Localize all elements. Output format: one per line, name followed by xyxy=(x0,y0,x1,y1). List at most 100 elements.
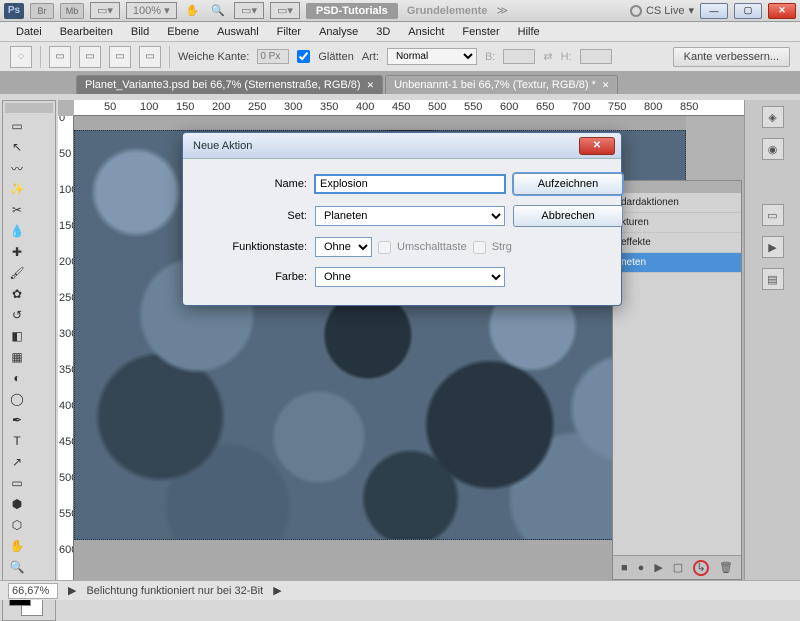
viewmode-selector[interactable]: ▭▾ xyxy=(234,2,264,19)
new-action-icon[interactable]: ↳ xyxy=(693,560,709,576)
dodge-tool[interactable]: ◯ xyxy=(5,389,29,409)
stamp-tool[interactable]: ✿ xyxy=(5,284,29,304)
move-tool[interactable]: ▭ xyxy=(5,116,29,136)
workspace-grundelemente[interactable]: Grundelemente xyxy=(404,5,491,17)
antialias-label: Glätten xyxy=(318,51,353,63)
menu-datei[interactable]: Datei xyxy=(8,24,50,40)
menu-ansicht[interactable]: Ansicht xyxy=(400,24,452,40)
marquee-add-icon[interactable]: ▭ xyxy=(79,46,101,68)
eyedropper-tool[interactable]: 💧 xyxy=(5,221,29,241)
action-set-item-selected[interactable]: neten xyxy=(613,253,741,273)
record-icon[interactable]: ● xyxy=(638,562,645,574)
workspace-more-icon[interactable]: ≫ xyxy=(497,4,509,17)
path-tool[interactable]: ↗ xyxy=(5,452,29,472)
dialog-titlebar[interactable]: Neue Aktion ✕ xyxy=(183,133,621,159)
name-label: Name: xyxy=(197,178,307,190)
pen-tool[interactable]: ✒ xyxy=(5,410,29,430)
menu-ebene[interactable]: Ebene xyxy=(159,24,207,40)
eraser-tool[interactable]: ◧ xyxy=(5,326,29,346)
3d-tool[interactable]: ⬢ xyxy=(5,494,29,514)
shape-tool[interactable]: ▭ xyxy=(5,473,29,493)
minimize-button[interactable]: — xyxy=(700,3,728,19)
heal-tool[interactable]: ✚ xyxy=(5,242,29,262)
window-close-button[interactable]: ✕ xyxy=(768,3,796,19)
actions-panel-footer: ■ ● ▶ ▢ ↳ 🗑 xyxy=(613,555,741,579)
dialog-close-button[interactable]: ✕ xyxy=(579,137,615,155)
hand-icon[interactable]: ✋ xyxy=(183,4,203,17)
play-icon[interactable]: ▶ xyxy=(654,561,662,574)
menu-auswahl[interactable]: Auswahl xyxy=(209,24,267,40)
color-select[interactable]: Ohne xyxy=(315,267,505,287)
cslive-button[interactable]: CS Live ▾ xyxy=(630,4,694,17)
trash-icon[interactable]: 🗑 xyxy=(719,561,733,574)
lasso-tool[interactable]: 〰 xyxy=(5,158,29,178)
dialog-title: Neue Aktion xyxy=(189,140,579,152)
feather-input[interactable] xyxy=(257,49,289,64)
new-action-dialog: Neue Aktion ✕ Name: Aufzeichnen Set: Pla… xyxy=(182,132,622,306)
zoom-selector[interactable]: 100% ▾ xyxy=(126,2,177,19)
bridge-button[interactable]: Br xyxy=(30,3,54,19)
status-arrow-icon[interactable]: ▶ xyxy=(273,584,281,597)
function-key-label: Funktionstaste: xyxy=(197,241,307,253)
ctrl-checkbox xyxy=(473,241,486,254)
minibridge-button[interactable]: Mb xyxy=(60,3,84,19)
play-panel-icon[interactable]: ▶ xyxy=(762,236,784,258)
function-key-select[interactable]: Ohne xyxy=(315,237,372,257)
marquee-int-icon[interactable]: ▭ xyxy=(139,46,161,68)
close-tab-icon[interactable]: ✕ xyxy=(367,80,375,91)
vertical-ruler: 050100150200250300350400450500550600 xyxy=(58,116,74,580)
status-arrow-icon[interactable]: ▶ xyxy=(68,584,76,597)
antialias-checkbox[interactable] xyxy=(297,50,310,63)
cancel-button[interactable]: Abbrechen xyxy=(513,205,623,227)
menu-bearbeiten[interactable]: Bearbeiten xyxy=(52,24,121,40)
type-tool[interactable]: T xyxy=(5,431,29,451)
name-input[interactable] xyxy=(315,175,505,193)
zoom-tool[interactable]: 🔍 xyxy=(5,557,29,577)
ctrl-label: Strg xyxy=(492,241,512,253)
action-set-item[interactable]: dardaktionen xyxy=(613,193,741,213)
brush-tool[interactable]: 🖌 xyxy=(5,263,29,283)
3d-camera-tool[interactable]: ⬡ xyxy=(5,515,29,535)
channels-panel-icon[interactable]: ◉ xyxy=(762,138,784,160)
new-set-icon[interactable]: ▢ xyxy=(673,561,683,574)
height-label: H: xyxy=(561,51,572,63)
document-tab[interactable]: Planet_Variante3.psd bei 66,7% (Sternens… xyxy=(76,75,383,94)
menu-3d[interactable]: 3D xyxy=(368,24,398,40)
stop-icon[interactable]: ■ xyxy=(621,562,628,574)
marquee-tool[interactable]: ↖ xyxy=(5,137,29,157)
zoom-icon[interactable]: 🔍 xyxy=(208,4,228,17)
panel-grip-icon[interactable] xyxy=(5,103,53,113)
panel-grip-icon[interactable] xyxy=(613,181,741,193)
document-tabstrip: Planet_Variante3.psd bei 66,7% (Sternens… xyxy=(0,72,800,94)
panel-icon[interactable]: ▤ xyxy=(762,268,784,290)
record-button[interactable]: Aufzeichnen xyxy=(513,173,623,195)
marquee-new-icon[interactable]: ▭ xyxy=(49,46,71,68)
menu-filter[interactable]: Filter xyxy=(269,24,309,40)
menu-analyse[interactable]: Analyse xyxy=(311,24,366,40)
maximize-button[interactable]: ▢ xyxy=(734,3,762,19)
workspace-psdtutorials[interactable]: PSD-Tutorials xyxy=(306,3,398,19)
menu-fenster[interactable]: Fenster xyxy=(454,24,507,40)
menu-bild[interactable]: Bild xyxy=(123,24,157,40)
marquee-sub-icon[interactable]: ▭ xyxy=(109,46,131,68)
document-tab-active[interactable]: Unbenannt-1 bei 66,7% (Textur, RGB/8) *✕ xyxy=(385,75,618,94)
hand-tool[interactable]: ✋ xyxy=(5,536,29,556)
gradient-tool[interactable]: ▦ xyxy=(5,347,29,367)
action-set-item[interactable]: kturen xyxy=(613,213,741,233)
tool-preset-icon[interactable]: ◌ xyxy=(10,46,32,68)
layers-panel-icon[interactable]: ◈ xyxy=(762,106,784,128)
panel-icon[interactable]: ▭ xyxy=(762,204,784,226)
close-tab-icon[interactable]: ✕ xyxy=(602,80,610,91)
history-brush-tool[interactable]: ↺ xyxy=(5,305,29,325)
layout-selector[interactable]: ▭▾ xyxy=(90,2,120,19)
style-select[interactable]: Normal xyxy=(387,48,477,65)
zoom-field[interactable]: 66,67% xyxy=(8,583,58,599)
menu-hilfe[interactable]: Hilfe xyxy=(510,24,548,40)
action-set-item[interactable]: effekte xyxy=(613,233,741,253)
screen-selector[interactable]: ▭▾ xyxy=(270,2,300,19)
set-select[interactable]: Planeten xyxy=(315,206,505,226)
refine-edge-button[interactable]: Kante verbessern... xyxy=(673,47,790,67)
blur-tool[interactable]: ◐ xyxy=(5,368,29,388)
wand-tool[interactable]: ✨ xyxy=(5,179,29,199)
crop-tool[interactable]: ✂ xyxy=(5,200,29,220)
